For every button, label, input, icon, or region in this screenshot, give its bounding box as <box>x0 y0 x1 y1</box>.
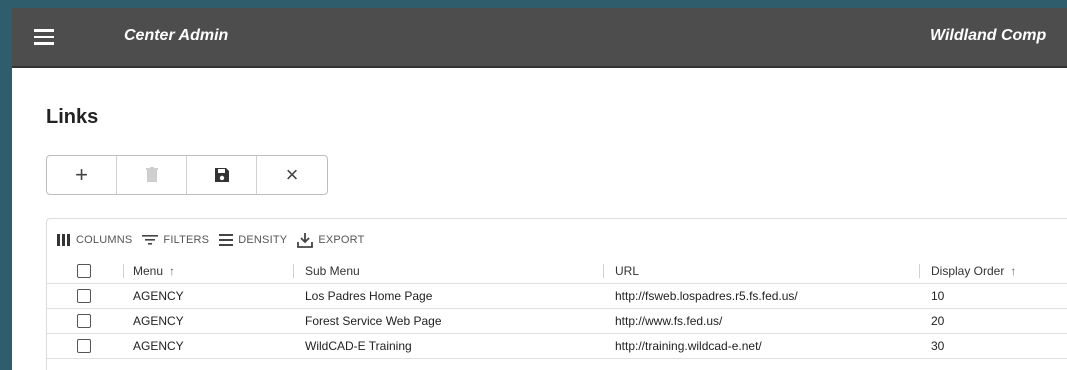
action-toolbar: + × <box>46 155 328 195</box>
filter-icon <box>142 235 159 245</box>
columns-icon <box>57 234 70 246</box>
save-button[interactable] <box>187 156 257 194</box>
export-label: EXPORT <box>318 234 365 246</box>
select-all-checkbox[interactable] <box>77 264 91 278</box>
row-checkbox[interactable] <box>77 314 91 328</box>
menu-icon[interactable] <box>34 29 54 45</box>
grid-toolbar: COLUMNS FILTERS DENSITY EXPORT <box>57 231 375 249</box>
cell-display-order: 30 <box>931 339 945 353</box>
plus-icon: + <box>75 162 88 187</box>
save-icon <box>214 168 229 182</box>
column-header-sub-menu[interactable]: Sub Menu <box>305 259 360 283</box>
cell-menu: AGENCY <box>133 314 184 328</box>
row-checkbox[interactable] <box>77 289 91 303</box>
column-separator[interactable] <box>123 264 124 278</box>
delete-button[interactable] <box>117 156 187 194</box>
cell-display-order: 20 <box>931 314 945 328</box>
sort-arrow-icon: ↑ <box>1010 264 1017 278</box>
app-title: Center Admin <box>124 27 229 44</box>
row-checkbox[interactable] <box>77 339 91 353</box>
app-name: Wildland Comp <box>930 27 1047 44</box>
cell-url: http://training.wildcad-e.net/ <box>615 339 762 353</box>
trash-icon <box>145 167 158 182</box>
density-icon <box>219 234 234 246</box>
header-row: Menu ↑ Sub Menu URL Display Order ↑ <box>47 259 1067 284</box>
cell-menu: AGENCY <box>133 339 184 353</box>
page-title: Links <box>46 106 99 128</box>
table-row[interactable]: AGENCY WildCAD-E Training http://trainin… <box>47 334 1067 359</box>
filters-label: FILTERS <box>163 234 210 246</box>
cell-menu: AGENCY <box>133 289 184 303</box>
app-bar: Center Admin Wildland Comp <box>12 8 1067 68</box>
cell-display-order: 10 <box>931 289 945 303</box>
density-button[interactable]: DENSITY <box>219 234 287 246</box>
column-header-menu[interactable]: Menu ↑ <box>133 259 175 283</box>
filters-button[interactable]: FILTERS <box>142 234 209 246</box>
table-row[interactable]: AGENCY Forest Service Web Page http://ww… <box>47 309 1067 334</box>
sort-arrow-icon: ↑ <box>169 264 176 278</box>
column-separator[interactable] <box>603 264 604 278</box>
column-header-display-order[interactable]: Display Order ↑ <box>931 259 1016 283</box>
column-header-url[interactable]: URL <box>615 259 639 283</box>
cell-sub-menu: WildCAD-E Training <box>305 339 412 353</box>
columns-label: COLUMNS <box>76 234 133 246</box>
density-label: DENSITY <box>238 234 288 246</box>
export-button[interactable]: EXPORT <box>297 232 365 248</box>
column-separator[interactable] <box>293 264 294 278</box>
cancel-button[interactable]: × <box>257 156 327 194</box>
close-icon: × <box>285 162 299 187</box>
columns-button[interactable]: COLUMNS <box>57 234 132 246</box>
app-window: Center Admin Wildland Comp Links + × COL… <box>12 8 1067 370</box>
cell-sub-menu: Los Padres Home Page <box>305 289 433 303</box>
column-separator[interactable] <box>919 264 920 278</box>
table-row[interactable]: AGENCY Los Padres Home Page http://fsweb… <box>47 284 1067 309</box>
cell-sub-menu: Forest Service Web Page <box>305 314 442 328</box>
links-grid: COLUMNS FILTERS DENSITY EXPORT Menu ↑ Su… <box>46 218 1067 370</box>
cell-url: http://fsweb.lospadres.r5.fs.fed.us/ <box>615 289 798 303</box>
cell-url: http://www.fs.fed.us/ <box>615 314 723 328</box>
export-icon <box>297 232 314 248</box>
add-button[interactable]: + <box>47 156 117 194</box>
